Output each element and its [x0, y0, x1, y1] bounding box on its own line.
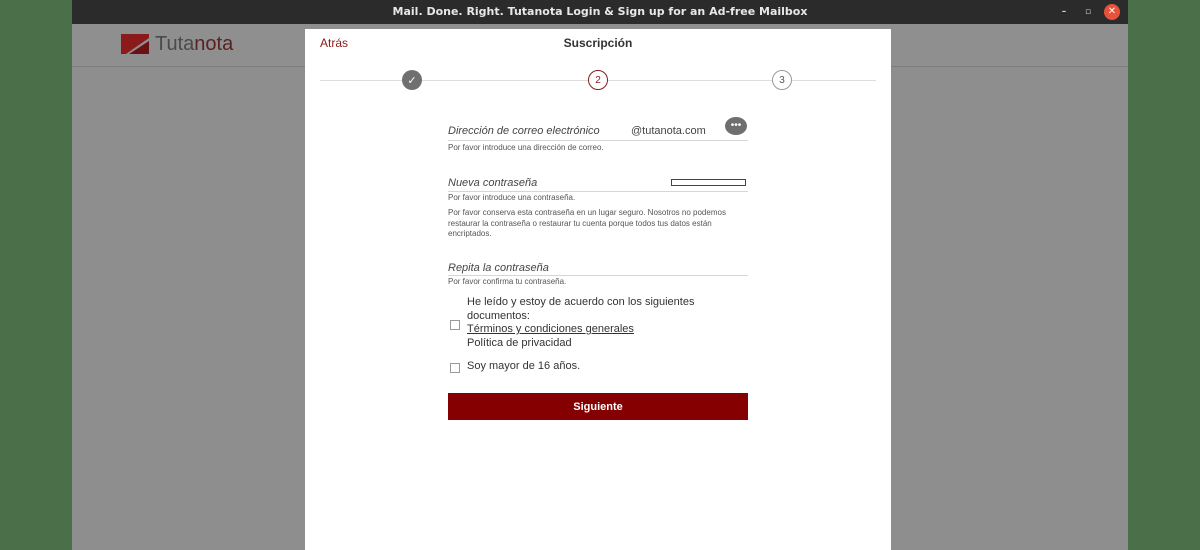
close-icon[interactable]: ✕ — [1104, 4, 1120, 20]
step-1-done-icon: ✓ — [402, 70, 422, 90]
terms-text: He leído y estoy de acuerdo con los sigu… — [467, 296, 695, 322]
password-strength-meter — [671, 179, 746, 186]
terms-link[interactable]: Términos y condiciones generales — [467, 323, 747, 337]
password-field[interactable] — [448, 191, 748, 192]
more-horizontal-icon[interactable]: ••• — [725, 117, 747, 135]
privacy-link[interactable]: Política de privacidad — [467, 337, 747, 351]
terms-checkbox[interactable] — [450, 320, 460, 330]
password-notice: Por favor conserva esta contraseña en un… — [448, 208, 726, 238]
age-label: Soy mayor de 16 años. — [467, 360, 581, 372]
next-button[interactable]: Siguiente — [448, 393, 748, 420]
signup-dialog: Atrás Suscripción ✓ 2 3 Dirección de cor… — [305, 29, 891, 550]
restore-icon[interactable]: ▫ — [1080, 4, 1096, 20]
repeat-password-field[interactable] — [448, 275, 748, 276]
step-3-indicator: 3 — [772, 70, 792, 90]
repeat-password-label: Repita la contraseña — [448, 262, 549, 274]
password-label: Nueva contraseña — [448, 177, 538, 189]
email-help: Por favor introduce una dirección de cor… — [448, 143, 604, 152]
tutanota-logo: Tutanota — [120, 32, 233, 56]
window-title: Mail. Done. Right. Tutanota Login & Sign… — [392, 5, 808, 18]
logo-suffix: nota — [194, 32, 234, 55]
repeat-password-help: Por favor confirma tu contraseña. — [448, 277, 567, 286]
window-titlebar: Mail. Done. Right. Tutanota Login & Sign… — [72, 0, 1128, 24]
desktop-background-right — [1128, 0, 1200, 550]
email-label: Dirección de correo electrónico — [448, 125, 600, 137]
logo-prefix: Tuta — [155, 32, 195, 55]
logo-text: Tutanota — [155, 33, 233, 56]
window-controls: – ▫ ✕ — [1056, 0, 1120, 24]
tutanota-logo-icon — [121, 34, 149, 54]
email-field[interactable] — [448, 140, 748, 141]
password-help: Por favor introduce una contraseña. — [448, 193, 576, 202]
minimize-icon[interactable]: – — [1056, 4, 1072, 20]
terms-block: He leído y estoy de acuerdo con los sigu… — [467, 296, 747, 350]
step-2-indicator: 2 — [588, 70, 608, 90]
dialog-title: Suscripción — [563, 36, 633, 50]
desktop-background-left — [0, 0, 72, 550]
browser-window: Mail. Done. Right. Tutanota Login & Sign… — [72, 0, 1128, 550]
age-checkbox[interactable] — [450, 363, 460, 373]
email-domain: @tutanota.com — [631, 125, 706, 137]
